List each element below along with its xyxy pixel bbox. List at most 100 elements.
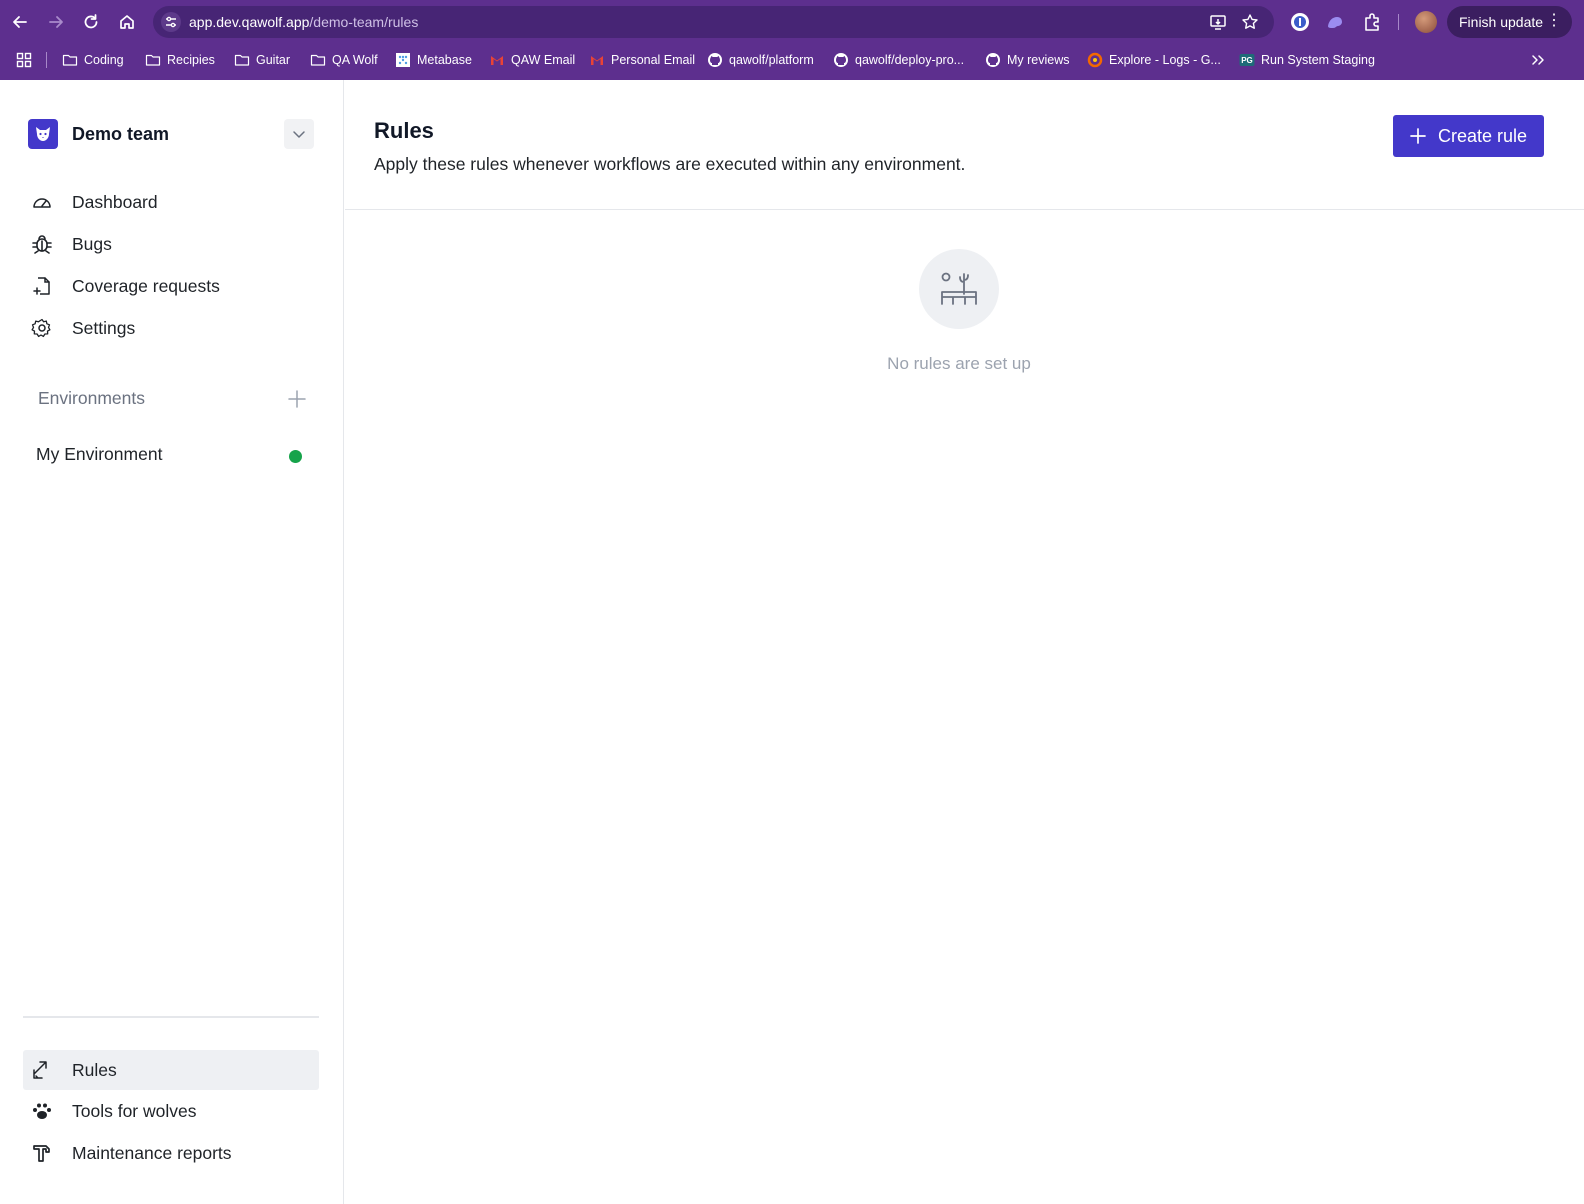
bookmark-item[interactable]: PG Run System Staging bbox=[1239, 50, 1375, 70]
bookmark-label: Run System Staging bbox=[1261, 53, 1375, 67]
nav-item-label: Tools for wolves bbox=[72, 1100, 197, 1121]
environments-heading: Environments bbox=[38, 388, 145, 408]
gear-icon bbox=[28, 314, 56, 342]
gauge-icon bbox=[28, 188, 56, 216]
grafana-icon bbox=[1087, 52, 1103, 68]
main-content: Rules Apply these rules whenever workflo… bbox=[345, 80, 1584, 1204]
install-app-icon[interactable] bbox=[1209, 13, 1227, 31]
create-rule-button[interactable]: Create rule bbox=[1393, 115, 1544, 157]
browser-toolbar: app.dev.qawolf.app/demo-team/rules Finis… bbox=[0, 0, 1584, 44]
bookmark-label: qawolf/deploy-pro... bbox=[855, 53, 965, 67]
team-dropdown-button[interactable] bbox=[284, 119, 314, 149]
environment-item-my-environment[interactable]: My Environment bbox=[36, 444, 162, 465]
url-host: app.dev.qawolf.app bbox=[189, 14, 310, 30]
toolbar-divider bbox=[1398, 14, 1399, 30]
metabase-icon bbox=[395, 52, 411, 68]
nav-item-dashboard[interactable]: Dashboard bbox=[28, 184, 318, 220]
desert-cactus-icon bbox=[941, 272, 977, 305]
rules-icon bbox=[28, 1056, 56, 1084]
folder-icon bbox=[234, 52, 250, 68]
nav-item-settings[interactable]: Settings bbox=[28, 310, 318, 346]
bug-icon bbox=[28, 230, 56, 258]
extensions-puzzle-icon[interactable] bbox=[1362, 12, 1382, 32]
nav-item-label: Coverage requests bbox=[72, 275, 220, 296]
gmail-icon bbox=[589, 52, 605, 68]
chevron-down-icon bbox=[293, 131, 305, 138]
url-path: /demo-team/rules bbox=[309, 14, 419, 30]
bookmarks-bar: Coding Recipies Guitar QA Wolf Metabase QAW E… bbox=[0, 44, 1584, 76]
bookmark-item[interactable]: Guitar bbox=[234, 50, 290, 70]
back-button[interactable] bbox=[8, 10, 32, 34]
bookmark-label: Explore - Logs - G... bbox=[1109, 53, 1221, 67]
arrow-left-icon bbox=[13, 16, 27, 28]
environment-status-dot bbox=[289, 450, 302, 463]
arrow-right-icon bbox=[49, 16, 63, 28]
bookmark-item[interactable]: My reviews bbox=[985, 50, 1070, 70]
github-icon bbox=[833, 52, 849, 68]
app-shell: Demo team Dashboard Bugs Coverage reques… bbox=[0, 80, 1584, 1204]
bookmark-item[interactable]: Metabase bbox=[395, 50, 472, 70]
empty-state-text: No rules are set up bbox=[887, 354, 1031, 373]
bookmark-item[interactable]: qawolf/platform bbox=[707, 50, 814, 70]
bookmark-label: Coding bbox=[84, 53, 124, 67]
bookmark-label: Guitar bbox=[256, 53, 291, 67]
bookmark-label: qawolf/platform bbox=[729, 53, 814, 67]
extension-1password-icon[interactable] bbox=[1290, 12, 1310, 32]
bookmark-label: QA Wolf bbox=[332, 53, 378, 67]
create-rule-label: Create rule bbox=[1438, 125, 1528, 146]
nav-item-label: Bugs bbox=[72, 233, 112, 254]
pg-icon: PG bbox=[1239, 52, 1255, 68]
team-switcher[interactable]: Demo team bbox=[28, 118, 318, 150]
github-icon bbox=[985, 52, 1001, 68]
bookmark-item[interactable]: QA Wolf bbox=[310, 50, 378, 70]
sidebar: Demo team Dashboard Bugs Coverage reques… bbox=[0, 80, 344, 1204]
site-settings-icon[interactable] bbox=[161, 12, 181, 32]
svg-text:PG: PG bbox=[1241, 56, 1253, 65]
bookmark-item[interactable]: Coding bbox=[62, 50, 124, 70]
gmail-icon bbox=[489, 52, 505, 68]
nav-item-label: Maintenance reports bbox=[72, 1142, 232, 1163]
reload-button[interactable] bbox=[79, 10, 103, 34]
kebab-menu-icon: ⋮ bbox=[1546, 12, 1562, 29]
file-plus-icon bbox=[28, 272, 56, 300]
browser-chrome: app.dev.qawolf.app/demo-team/rules Finis… bbox=[0, 0, 1584, 80]
bookmark-label: QAW Email bbox=[511, 53, 576, 67]
plus-icon bbox=[1410, 128, 1426, 144]
bookmarks-divider bbox=[46, 52, 47, 68]
folder-icon bbox=[310, 52, 326, 68]
add-environment-button[interactable] bbox=[286, 388, 308, 410]
folder-icon bbox=[145, 52, 161, 68]
nav-item-bugs[interactable]: Bugs bbox=[28, 226, 318, 262]
nav-item-label: Settings bbox=[72, 317, 136, 338]
bookmark-item[interactable]: QAW Email bbox=[489, 50, 575, 70]
wolf-logo-icon bbox=[28, 119, 58, 149]
apps-grid-icon[interactable] bbox=[16, 52, 32, 68]
folder-icon bbox=[62, 52, 78, 68]
nav-item-rules[interactable]: Rules bbox=[23, 1050, 319, 1090]
profile-avatar[interactable] bbox=[1415, 11, 1437, 33]
chevron-double-right-icon[interactable] bbox=[1530, 52, 1546, 68]
nav-item-label: Rules bbox=[72, 1059, 117, 1080]
extension-ghost-icon[interactable] bbox=[1325, 12, 1345, 32]
reload-icon bbox=[84, 14, 98, 29]
bookmark-label: My reviews bbox=[1007, 53, 1070, 67]
nav-item-tools-for-wolves[interactable]: Tools for wolves bbox=[28, 1093, 318, 1129]
page-header: Rules Apply these rules whenever workflo… bbox=[345, 80, 1584, 210]
star-icon[interactable] bbox=[1241, 13, 1259, 31]
github-icon bbox=[707, 52, 723, 68]
bookmark-item[interactable]: Explore - Logs - G... bbox=[1087, 50, 1221, 70]
sidebar-divider bbox=[23, 1016, 319, 1018]
home-button[interactable] bbox=[115, 10, 139, 34]
bookmark-item[interactable]: qawolf/deploy-pro... bbox=[833, 50, 964, 70]
nav-item-maintenance-reports[interactable]: Maintenance reports bbox=[28, 1135, 318, 1171]
finish-update-button[interactable]: Finish update ⋮ bbox=[1447, 6, 1572, 38]
page-subtitle: Apply these rules whenever workflows are… bbox=[374, 154, 966, 174]
bookmark-item[interactable]: Personal Email bbox=[589, 50, 695, 70]
forward-button[interactable] bbox=[44, 10, 68, 34]
team-name: Demo team bbox=[72, 124, 170, 144]
bookmark-item[interactable]: Recipies bbox=[145, 50, 215, 70]
nav-item-coverage-requests[interactable]: Coverage requests bbox=[28, 268, 318, 304]
bookmark-label: Metabase bbox=[417, 53, 472, 67]
address-bar[interactable]: app.dev.qawolf.app/demo-team/rules bbox=[153, 6, 1274, 38]
paw-icon bbox=[28, 1097, 56, 1125]
